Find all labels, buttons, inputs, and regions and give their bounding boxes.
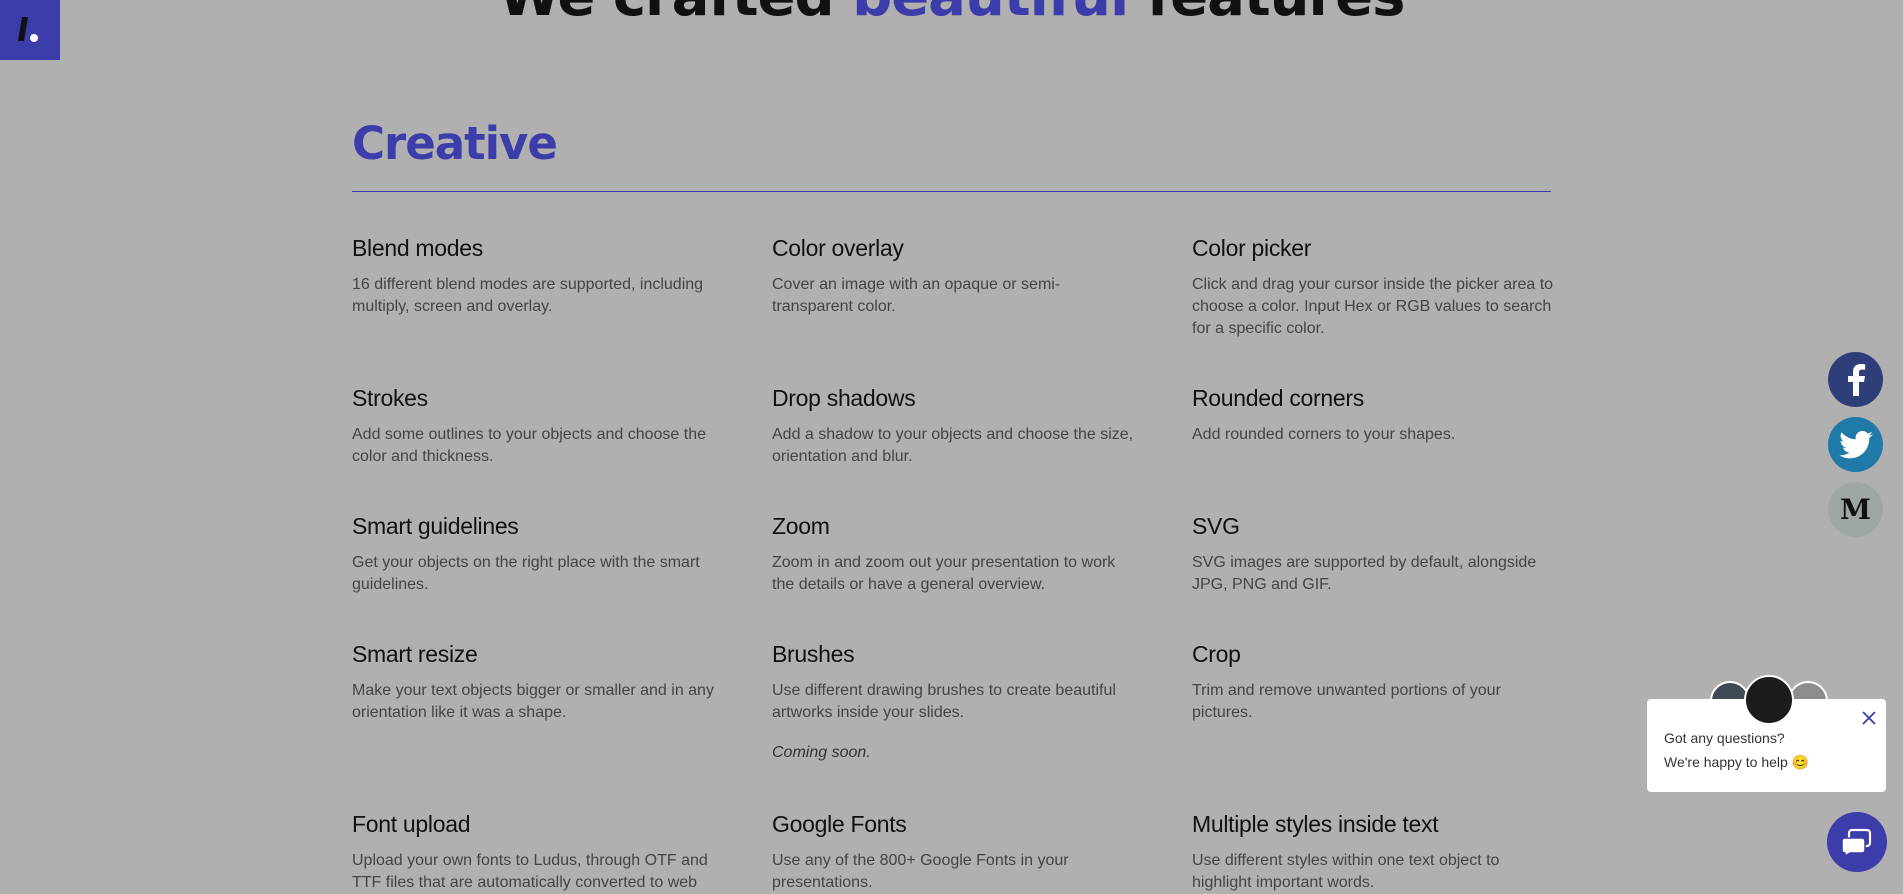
- feature-color-picker: Color picker Click and drag your cursor …: [1192, 234, 1554, 340]
- feature-crop: Crop Trim and remove unwanted portions o…: [1192, 640, 1554, 724]
- feature-color-overlay: Color overlay Cover an image with an opa…: [772, 234, 1134, 318]
- feature-description: Cover an image with an opaque or semi-tr…: [772, 276, 1061, 315]
- feature-description: Use any of the 800+ Google Fonts in your…: [772, 852, 1069, 891]
- feature-description: Make your text objects bigger or smaller…: [352, 682, 714, 721]
- feature-title: Brushes: [772, 641, 855, 667]
- chat-launcher-button[interactable]: [1827, 812, 1887, 872]
- section-divider: [352, 191, 1551, 192]
- feature-rounded-corners: Rounded corners Add rounded corners to y…: [1192, 384, 1554, 446]
- feature-description: Trim and remove unwanted portions of you…: [1192, 682, 1501, 721]
- twitter-icon: [1838, 430, 1873, 458]
- feature-title: Blend modes: [352, 235, 483, 261]
- feature-description: Add some outlines to your objects and ch…: [352, 426, 706, 465]
- feature-title: Color picker: [1192, 235, 1312, 261]
- feature-google-fonts: Google Fonts Use any of the 800+ Google …: [772, 810, 1134, 894]
- hero-title: We crafted beautiful features: [0, 0, 1903, 29]
- medium-share-button[interactable]: M: [1828, 482, 1883, 537]
- feature-title: Google Fonts: [772, 811, 907, 837]
- feature-svg: SVG SVG images are supported by default,…: [1192, 512, 1554, 596]
- feature-smart-resize: Smart resize Make your text objects bigg…: [352, 640, 714, 724]
- feature-description: Get your objects on the right place with…: [352, 554, 700, 593]
- feature-multiple-styles: Multiple styles inside text Use differen…: [1192, 810, 1554, 894]
- avatar: [1744, 675, 1794, 725]
- hero-title-prefix: We crafted: [499, 0, 853, 29]
- feature-title: Smart guidelines: [352, 513, 519, 539]
- feature-title: Font upload: [352, 811, 471, 837]
- feature-description: SVG images are supported by default, alo…: [1192, 554, 1537, 593]
- chat-icon: [1841, 828, 1872, 857]
- feature-title: Multiple styles inside text: [1192, 811, 1439, 837]
- chat-greeting-line1: Got any questions?: [1664, 730, 1785, 746]
- feature-description: 16 different blend modes are supported, …: [352, 276, 704, 315]
- feature-description: Add rounded corners to your shapes.: [1192, 426, 1456, 443]
- feature-zoom: Zoom Zoom in and zoom out your presentat…: [772, 512, 1134, 596]
- facebook-share-button[interactable]: [1828, 352, 1883, 407]
- feature-description: Zoom in and zoom out your presentation t…: [772, 554, 1116, 593]
- chat-greeting-line2: We're happy to help 😊: [1664, 754, 1810, 770]
- coming-soon-note: Coming soon.: [772, 744, 871, 761]
- feature-title: Zoom: [772, 513, 830, 539]
- feature-drop-shadows: Drop shadows Add a shadow to your object…: [772, 384, 1134, 468]
- facebook-icon: [1847, 363, 1865, 396]
- feature-title: Smart resize: [352, 641, 478, 667]
- feature-title: Rounded corners: [1192, 385, 1364, 411]
- feature-font-upload: Font upload Upload your own fonts to Lud…: [352, 810, 714, 894]
- feature-strokes: Strokes Add some outlines to your object…: [352, 384, 714, 468]
- feature-title: Color overlay: [772, 235, 904, 261]
- feature-smart-guidelines: Smart guidelines Get your objects on the…: [352, 512, 714, 596]
- feature-title: Crop: [1192, 641, 1241, 667]
- close-icon[interactable]: [1860, 709, 1878, 727]
- feature-description: Use different styles within one text obj…: [1192, 852, 1500, 891]
- hero-title-suffix: features: [1128, 0, 1406, 29]
- medium-icon: M: [1840, 493, 1871, 526]
- section-title: Creative: [352, 117, 558, 170]
- feature-description: Upload your own fonts to Ludus, through …: [352, 852, 708, 891]
- feature-title: SVG: [1192, 513, 1240, 539]
- feature-title: Strokes: [352, 385, 428, 411]
- twitter-share-button[interactable]: [1828, 417, 1883, 472]
- feature-brushes: Brushes Use different drawing brushes to…: [772, 640, 1134, 762]
- hero-title-accent: beautiful: [852, 0, 1129, 29]
- feature-title: Drop shadows: [772, 385, 916, 411]
- feature-description: Add a shadow to your objects and choose …: [772, 426, 1134, 465]
- feature-description: Click and drag your cursor inside the pi…: [1192, 276, 1554, 337]
- feature-description: Use different drawing brushes to create …: [772, 682, 1116, 721]
- feature-blend-modes: Blend modes 16 different blend modes are…: [352, 234, 714, 318]
